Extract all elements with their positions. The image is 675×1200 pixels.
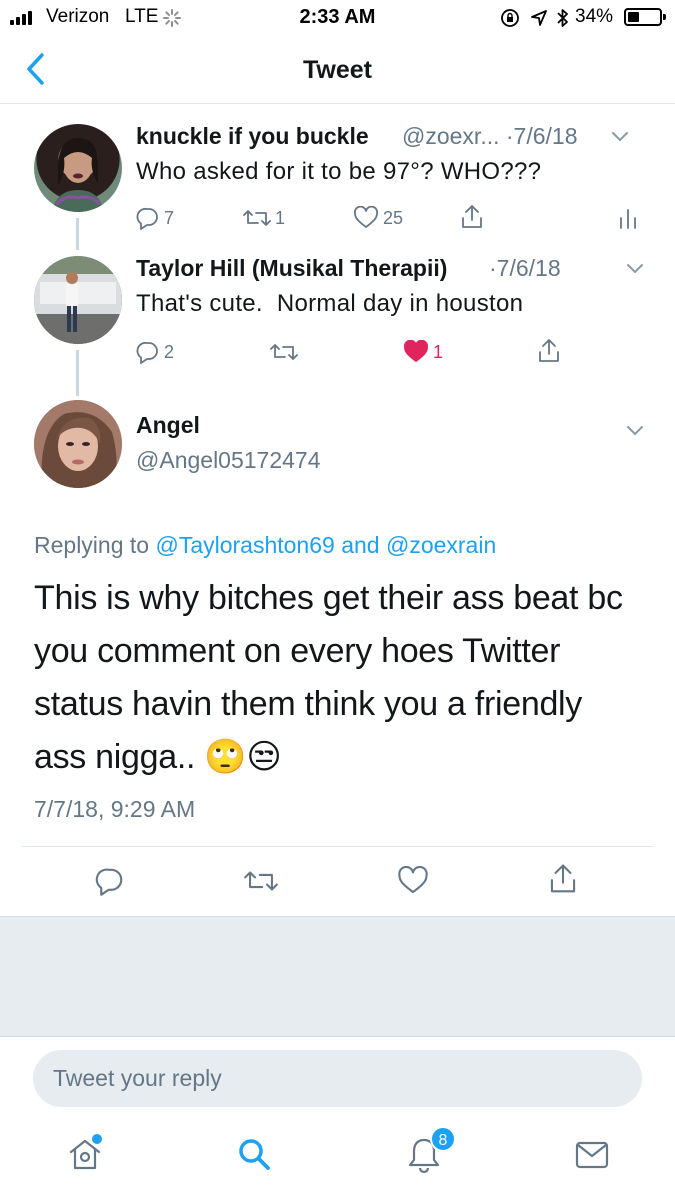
replying-label: Replying to (34, 532, 150, 558)
retweet-icon (243, 210, 271, 226)
nav-header: Tweet (0, 36, 675, 104)
avatar-image (34, 400, 122, 488)
clock: 2:33 AM (299, 6, 376, 28)
author-handle[interactable]: @Angel05172474 (136, 447, 321, 474)
page-title: Tweet (303, 56, 372, 84)
tweet-text-line: This is why bitches get their ass beat b… (34, 579, 623, 617)
chevron-down-icon[interactable] (610, 130, 630, 144)
reply-input[interactable]: Tweet your reply (33, 1050, 642, 1107)
notifications-badge: 8 (430, 1126, 456, 1152)
status-bar: Verizon LTE 2:33 AM 34% (0, 0, 675, 36)
share-icon (462, 205, 482, 228)
heart-icon (398, 865, 428, 894)
author-name[interactable]: Angel (136, 412, 200, 439)
mail-icon (575, 1141, 609, 1169)
tab-bar: 8 (0, 1120, 675, 1200)
battery-icon (624, 8, 666, 26)
retweet-icon (270, 344, 298, 360)
reply-button[interactable]: 7 (136, 206, 174, 230)
empty-replies-area (0, 916, 675, 1037)
reply-count: 2 (164, 341, 175, 362)
retweet-button[interactable]: 1 (243, 206, 285, 230)
like-button[interactable]: 25 (353, 206, 403, 230)
thread-tweet[interactable]: Taylor Hill (Musikal Therapii) ·7/6/18 T… (0, 252, 675, 372)
retweet-button[interactable] (244, 866, 278, 901)
share-button[interactable] (548, 863, 578, 900)
thread-connector (76, 218, 79, 250)
replying-to: Replying to @Taylorashton69 and @zoexrai… (34, 532, 496, 559)
reply-icon (136, 207, 158, 230)
share-icon (550, 864, 576, 893)
tweet-text: That's cute. Normal day in houston (136, 290, 524, 317)
analytics-icon (620, 209, 636, 229)
chevron-down-icon[interactable] (625, 424, 645, 438)
tweet-timestamp: 7/7/18, 9:29 AM (34, 796, 196, 822)
reply-icon (95, 868, 123, 896)
tweet-text-line: you comment on every hoes Twitter (34, 632, 561, 670)
reply-button[interactable]: 2 (136, 340, 174, 364)
heart-filled-icon (404, 340, 428, 362)
tweet-text-line: status havin them think you a friendly (34, 685, 583, 723)
author-handle-date: @zoexr... ·7/6/18 (402, 123, 578, 149)
tweet-text: This is why bitches get their ass beat b… (34, 572, 664, 784)
reply-placeholder: Tweet your reply (53, 1065, 222, 1091)
new-content-dot (92, 1134, 102, 1144)
tab-messages[interactable] (574, 1140, 610, 1175)
author-name[interactable]: knuckle if you buckle (136, 123, 369, 150)
avatar[interactable] (34, 124, 122, 212)
retweet-icon (244, 871, 278, 891)
thread-connector (76, 350, 79, 396)
tab-notifications[interactable]: 8 (406, 1126, 456, 1179)
battery-percent: 34% (575, 6, 614, 27)
retweet-button[interactable] (270, 340, 298, 364)
search-icon (239, 1139, 270, 1170)
location-icon (531, 10, 547, 26)
share-button[interactable] (537, 338, 561, 364)
like-button[interactable]: 1 (403, 340, 443, 364)
analytics-button[interactable] (618, 206, 638, 230)
divider (22, 846, 654, 847)
like-count: 1 (433, 341, 444, 362)
mention-link[interactable]: @zoexrain (386, 532, 496, 558)
like-button[interactable] (397, 865, 429, 901)
reply-button[interactable] (95, 866, 125, 901)
author-name[interactable]: Taylor Hill (Musikal Therapii) (136, 255, 447, 282)
share-icon (539, 339, 559, 362)
chevron-down-icon[interactable] (625, 262, 645, 276)
orientation-lock-icon (501, 9, 519, 27)
thread-tweet[interactable]: knuckle if you buckle @zoexr... ·7/6/18 … (0, 120, 675, 240)
retweet-count: 1 (275, 207, 286, 228)
heart-icon (354, 206, 378, 228)
tweet-text-line: ass nigga.. 🙄😒 (34, 738, 282, 776)
reply-count: 7 (164, 207, 175, 228)
mention-conjunction: and (341, 532, 380, 558)
like-count: 25 (383, 207, 404, 228)
avatar-image (34, 256, 122, 344)
avatar[interactable] (34, 256, 122, 344)
reply-icon (136, 341, 158, 364)
tab-search[interactable] (236, 1136, 272, 1177)
bluetooth-icon (557, 9, 568, 27)
avatar-image (52, 138, 104, 212)
tweet-text: Who asked for it to be 97°? WHO??? (136, 158, 542, 185)
tab-home[interactable] (67, 1134, 103, 1177)
share-button[interactable] (460, 204, 484, 230)
tweet-date: ·7/6/18 (489, 255, 561, 281)
mention-link[interactable]: @Taylorashton69 (155, 532, 334, 558)
avatar[interactable] (34, 400, 122, 488)
